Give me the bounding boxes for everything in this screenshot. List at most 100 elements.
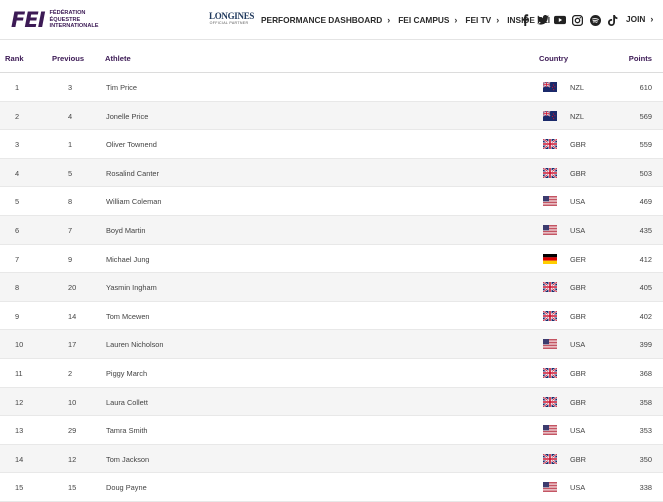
athlete-name-link[interactable]: Doug Payne xyxy=(106,483,147,492)
flag-usa-icon xyxy=(543,196,557,207)
points-cell: 610 xyxy=(639,83,652,92)
flag-gbr-icon xyxy=(542,452,558,465)
previous-rank-cell: 12 xyxy=(68,454,77,464)
rank-cell: 5 xyxy=(15,197,20,207)
previous-rank-cell: 7 xyxy=(68,225,73,235)
twitter-icon[interactable] xyxy=(536,14,549,26)
rank-cell: 15 xyxy=(15,483,24,493)
country-code-cell: NZL xyxy=(570,83,584,92)
chevron-right-icon: › xyxy=(387,15,391,25)
athlete-name-link[interactable]: Tamra Smith xyxy=(106,426,147,435)
table-row-10[interactable]: 10 17 Lauren Nicholson USA 399 xyxy=(0,330,663,359)
partner-name: LONGINES xyxy=(209,11,255,21)
rank-cell: 3 xyxy=(15,140,20,150)
country-code-cell: USA xyxy=(570,340,586,350)
flag-gbr-icon xyxy=(542,309,558,322)
points-cell: 503 xyxy=(639,168,652,178)
previous-rank-cell: 5 xyxy=(68,168,73,178)
athlete-name-link[interactable]: Boyd Martin xyxy=(106,226,145,235)
country-code-cell: GBR xyxy=(570,311,587,321)
column-header-rank[interactable]: Rank xyxy=(5,54,24,63)
flag-gbr-icon xyxy=(542,138,558,151)
partner-subtitle: OFFICIAL PARTNER xyxy=(209,21,249,25)
table-row-9[interactable]: 9 14 Tom Mcewen GBR 402 xyxy=(0,301,663,331)
athlete-name-link[interactable]: Laura Collett xyxy=(106,398,148,407)
column-header-points[interactable]: Points xyxy=(629,54,652,63)
points-cell: 353 xyxy=(639,426,652,436)
facebook-icon[interactable] xyxy=(519,14,531,26)
country-code-cell: USA xyxy=(570,483,586,493)
fei-logo[interactable]: FEI FÉDÉRATION ÉQUESTRE INTERNATIONALE xyxy=(11,9,110,31)
previous-rank-cell: 17 xyxy=(68,340,77,350)
rank-cell: 10 xyxy=(15,340,24,350)
flag-gbr-icon xyxy=(542,281,558,293)
table-row-8[interactable]: 8 20 Yasmin Ingham GBR 405 xyxy=(0,273,663,302)
table-row-7[interactable]: 7 9 Michael Jung GER 412 xyxy=(0,244,663,274)
flag-usa-icon xyxy=(543,339,557,350)
ranking-table: Rank Previous Athlete Country Points 1 3… xyxy=(0,40,663,502)
column-header-athlete[interactable]: Athlete xyxy=(105,54,131,63)
previous-rank-cell: 3 xyxy=(68,83,73,92)
athlete-name-link[interactable]: Piggy March xyxy=(106,369,147,378)
table-row-1[interactable]: 1 3 Tim Price NZL 610 xyxy=(0,73,663,102)
flag-usa-icon xyxy=(543,482,557,493)
athlete-name-link[interactable]: Tom Jackson xyxy=(106,455,149,464)
table-row-11[interactable]: 11 2 Piggy March GBR 368 xyxy=(0,358,663,388)
athlete-name-link[interactable]: Lauren Nicholson xyxy=(106,340,164,349)
athlete-name-link[interactable]: Yasmin Ingham xyxy=(106,283,157,292)
table-row-13[interactable]: 13 29 Tamra Smith USA 353 xyxy=(0,416,663,445)
rank-cell: 8 xyxy=(15,283,20,293)
table-body: 1 3 Tim Price NZL 610 2 4 Jonelle Price … xyxy=(0,73,663,502)
spotify-icon[interactable] xyxy=(589,14,601,26)
table-row-3[interactable]: 3 1 Oliver Townend GBR 559 xyxy=(0,130,663,159)
instagram-icon[interactable] xyxy=(572,14,584,26)
tiktok-icon[interactable] xyxy=(607,14,619,26)
column-header-country[interactable]: Country xyxy=(539,54,568,63)
table-row-14[interactable]: 14 12 Tom Jackson GBR 350 xyxy=(0,444,663,474)
chevron-right-icon: › xyxy=(454,15,458,25)
athlete-name-link[interactable]: William Coleman xyxy=(106,197,161,206)
athlete-name-link[interactable]: Jonelle Price xyxy=(106,112,148,121)
previous-rank-cell: 9 xyxy=(68,254,73,264)
join-button[interactable]: JOIN › xyxy=(626,14,653,24)
table-row-12[interactable]: 12 10 Laura Collett GBR 358 xyxy=(0,387,663,417)
points-cell: 412 xyxy=(639,254,652,264)
points-cell: 569 xyxy=(639,111,652,121)
nav-performance-dashboard[interactable]: PERFORMANCE DASHBOARD › xyxy=(261,15,390,25)
athlete-name-link[interactable]: Michael Jung xyxy=(106,255,150,264)
previous-rank-cell: 1 xyxy=(68,140,73,150)
country-code-cell: NZL xyxy=(570,111,584,121)
points-cell: 435 xyxy=(639,225,652,235)
table-row-15[interactable]: 15 15 Doug Payne USA 338 xyxy=(0,473,663,502)
athlete-name-link[interactable]: Rosalind Canter xyxy=(106,169,159,178)
rank-cell: 11 xyxy=(15,368,23,378)
flag-gbr-icon xyxy=(542,166,558,179)
points-cell: 338 xyxy=(639,483,652,493)
country-code-cell: GBR xyxy=(570,368,587,378)
country-code-cell: GER xyxy=(570,254,587,264)
flag-usa-icon xyxy=(543,425,557,436)
country-code-cell: GBR xyxy=(570,283,587,293)
athlete-name-link[interactable]: Tom Mcewen xyxy=(106,312,150,321)
youtube-icon[interactable] xyxy=(554,14,566,26)
table-row-2[interactable]: 2 4 Jonelle Price NZL 569 xyxy=(0,101,663,131)
rank-cell: 14 xyxy=(15,454,24,464)
column-header-previous[interactable]: Previous xyxy=(52,54,84,63)
points-cell: 559 xyxy=(639,140,652,150)
rank-cell: 1 xyxy=(15,83,20,92)
table-row-6[interactable]: 6 7 Boyd Martin USA 435 xyxy=(0,215,663,245)
nav-fei-campus[interactable]: FEI CAMPUS › xyxy=(398,15,457,25)
table-row-4[interactable]: 4 5 Rosalind Canter GBR 503 xyxy=(0,158,663,188)
flag-gbr-icon xyxy=(542,395,558,408)
table-row-5[interactable]: 5 8 William Coleman USA 469 xyxy=(0,187,663,216)
country-code-cell: USA xyxy=(570,225,586,235)
flag-usa-icon xyxy=(543,224,557,235)
rank-cell: 7 xyxy=(15,254,20,264)
rank-cell: 12 xyxy=(15,397,24,407)
athlete-name-link[interactable]: Tim Price xyxy=(106,83,137,92)
join-label: JOIN xyxy=(626,14,646,24)
nav-fei-tv[interactable]: FEI TV › xyxy=(465,15,499,25)
partner-logo[interactable]: LONGINES OFFICIAL PARTNER xyxy=(209,11,255,26)
previous-rank-cell: 14 xyxy=(68,311,77,321)
athlete-name-link[interactable]: Oliver Townend xyxy=(106,140,157,149)
